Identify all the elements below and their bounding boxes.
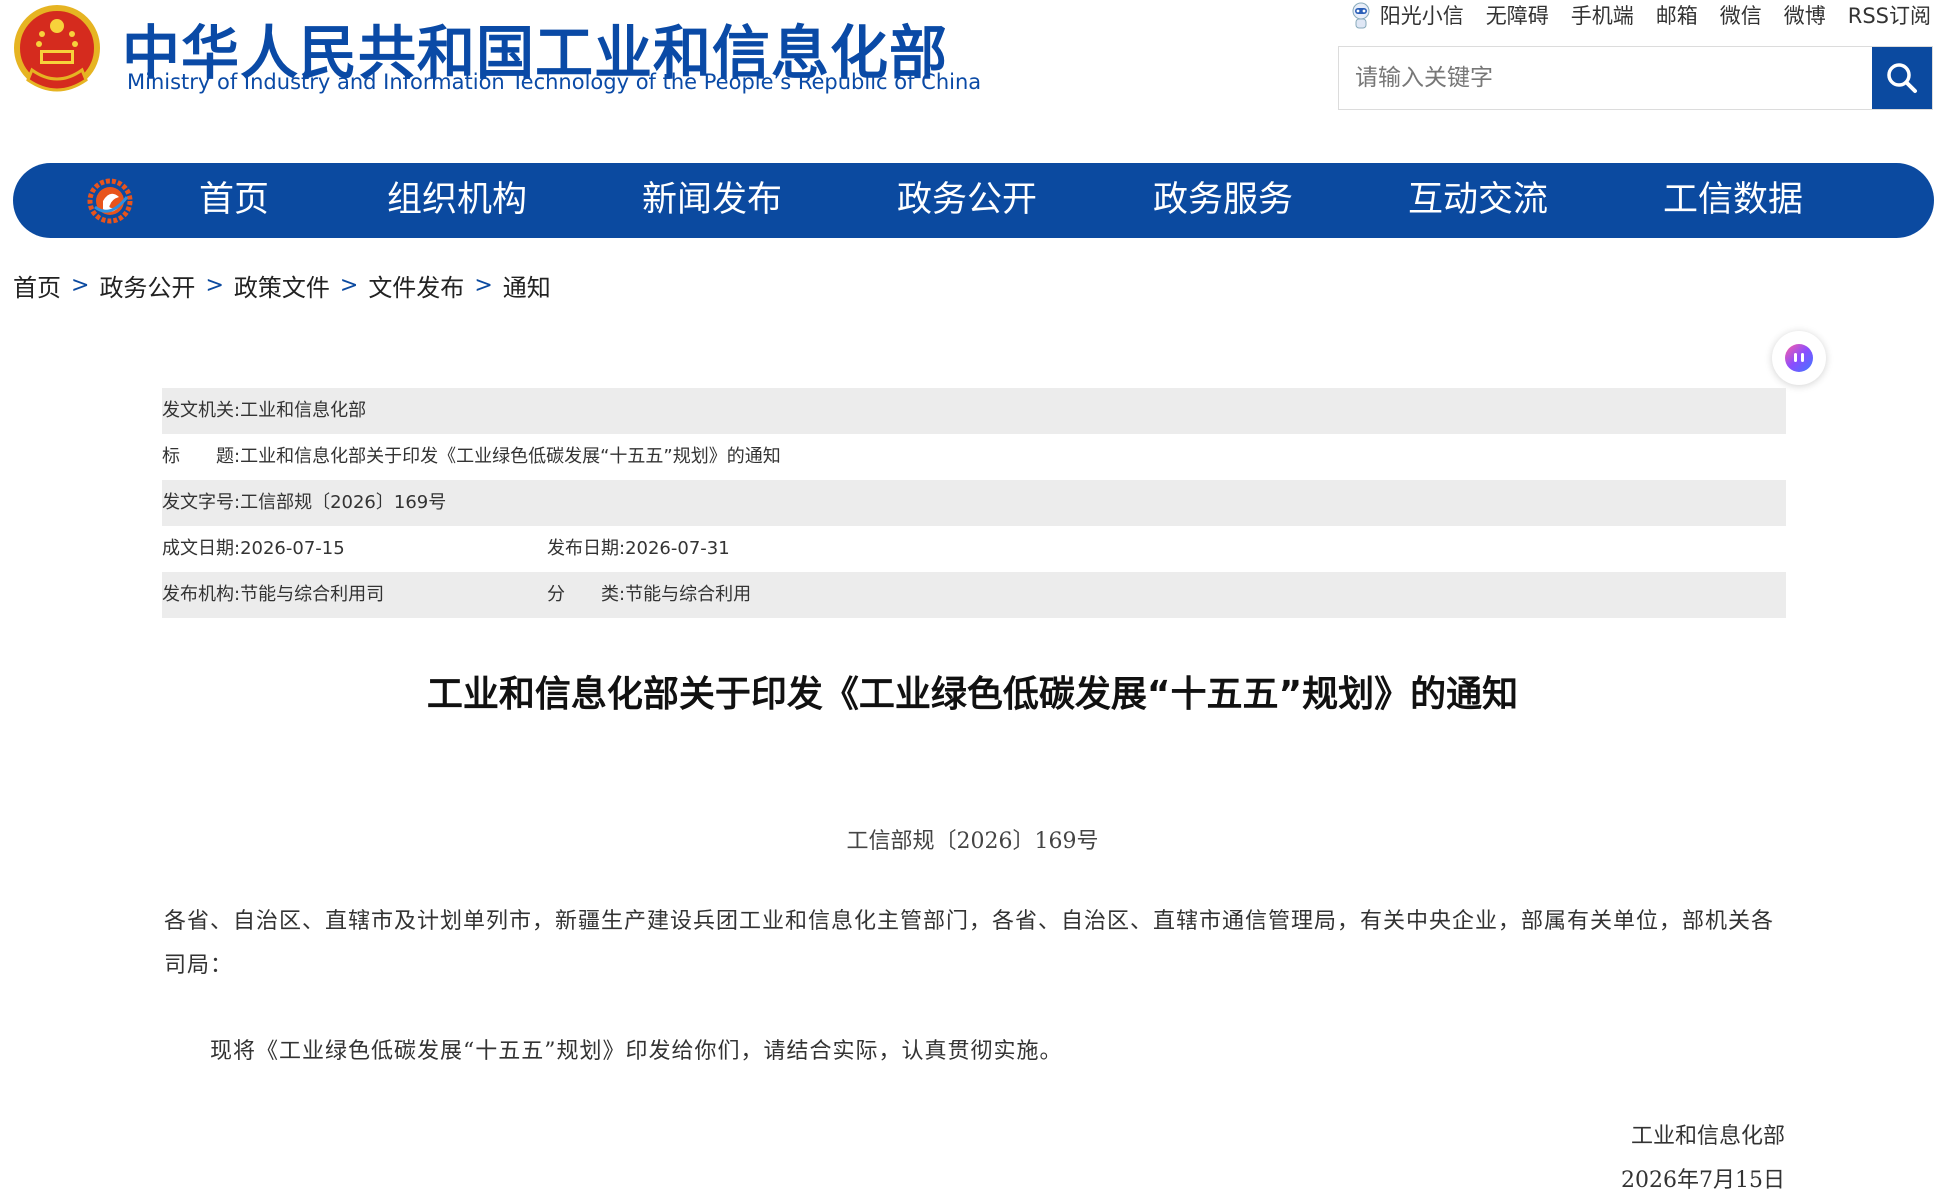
nav-item-news[interactable]: 新闻发布 — [642, 163, 782, 238]
article-addressee: 各省、自治区、直辖市及计划单列市，新疆生产建设兵团工业和信息化主管部门，各省、自… — [164, 909, 1775, 978]
national-emblem-icon — [14, 5, 100, 92]
article-date: 2026年7月15日 — [1621, 1168, 1785, 1193]
search-icon — [1887, 63, 1917, 93]
article-signature: 工业和信息化部 — [1630, 1124, 1785, 1149]
info-row-issuer: 发文机关:工业和信息化部 — [162, 388, 1786, 434]
ai-assistant-icon — [1785, 344, 1813, 372]
nav-item-government-affairs[interactable]: 政务公开 — [897, 163, 1037, 238]
main-nav: 首页 组织机构 新闻发布 政务公开 政务服务 互动交流 工信数据 — [13, 163, 1934, 238]
robot-assistant-icon — [1352, 2, 1370, 29]
search-button[interactable] — [1872, 47, 1932, 109]
nav-item-organization[interactable]: 组织机构 — [387, 163, 527, 238]
site-subtitle: Ministry of Industry and Information Tec… — [127, 70, 982, 94]
article-body: 现将《工业绿色低碳发展“十五五”规划》印发给你们，请结合实际，认真贯彻实施。 — [210, 1039, 1063, 1064]
breadcrumb-separator: > — [339, 273, 359, 298]
breadcrumb-separator: > — [474, 273, 493, 298]
breadcrumb: 首页 > 政务公开 > 政策文件 > 文件发布 > 通知 — [13, 268, 551, 303]
top-links: 阳光小信 无障碍 手机端 邮箱 微信 微博 RSS订阅 — [1348, 0, 1931, 30]
breadcrumb-doc-release[interactable]: 文件发布 — [368, 268, 464, 303]
info-label: 发布机构: — [162, 584, 241, 605]
info-value-created: 2026-07-15 — [240, 538, 345, 559]
breadcrumb-notice[interactable]: 通知 — [503, 268, 551, 303]
info-label: 分 类: — [547, 584, 626, 605]
article-docno: 工信部规〔2026〕169号 — [846, 829, 1099, 854]
nav-item-data[interactable]: 工信数据 — [1663, 163, 1803, 238]
toplink-label: 阳光小信 — [1379, 4, 1464, 28]
info-label: 发布日期: — [547, 538, 626, 559]
search-box — [1338, 46, 1933, 110]
breadcrumb-separator: > — [205, 273, 224, 298]
breadcrumb-policy-docs[interactable]: 政策文件 — [234, 268, 330, 303]
info-row-docno: 发文字号:工信部规〔2026〕169号 — [162, 480, 1786, 526]
info-value-title: 工业和信息化部关于印发《工业绿色低碳发展“十五五”规划》的通知 — [240, 446, 781, 467]
info-label: 成文日期: — [162, 538, 241, 559]
info-value-issuer: 工业和信息化部 — [240, 400, 367, 421]
nav-item-home[interactable]: 首页 — [199, 163, 269, 238]
toplink-weibo[interactable]: 微博 — [1784, 0, 1826, 30]
info-row-dates: 成文日期:2026-07-15 发布日期:2026-07-31 — [162, 526, 1786, 572]
info-value-agency: 节能与综合利用司 — [240, 584, 385, 605]
ai-assistant-button[interactable] — [1772, 331, 1826, 385]
toplink-accessibility[interactable]: 无障碍 — [1486, 0, 1549, 30]
breadcrumb-home[interactable]: 首页 — [13, 268, 61, 303]
document-info-table: 发文机关:工业和信息化部 标 题:工业和信息化部关于印发《工业绿色低碳发展“十五… — [162, 388, 1786, 618]
info-value-published: 2026-07-31 — [625, 538, 730, 559]
info-label: 发文机关: — [162, 400, 241, 421]
toplink-email[interactable]: 邮箱 — [1656, 0, 1698, 30]
toplink-sunshine[interactable]: 阳光小信 — [1348, 0, 1464, 30]
info-row-title: 标 题:工业和信息化部关于印发《工业绿色低碳发展“十五五”规划》的通知 — [162, 434, 1786, 480]
nav-item-interaction[interactable]: 互动交流 — [1408, 163, 1548, 238]
breadcrumb-gov-affairs[interactable]: 政务公开 — [99, 268, 195, 303]
info-row-agency: 发布机构:节能与综合利用司 分 类:节能与综合利用 — [162, 572, 1786, 618]
nav-item-services[interactable]: 政务服务 — [1153, 163, 1293, 238]
article-title: 工业和信息化部关于印发《工业绿色低碳发展“十五五”规划》的通知 — [426, 674, 1519, 715]
search-input[interactable] — [1339, 47, 1872, 109]
toplink-mobile[interactable]: 手机端 — [1571, 0, 1634, 30]
miit-logo-icon[interactable] — [85, 177, 135, 225]
info-label: 标 题: — [162, 446, 241, 467]
info-label: 发文字号: — [162, 492, 241, 513]
toplink-wechat[interactable]: 微信 — [1720, 0, 1762, 30]
info-value-docno: 工信部规〔2026〕169号 — [240, 492, 447, 513]
toplink-rss[interactable]: RSS订阅 — [1848, 0, 1931, 30]
breadcrumb-separator: > — [71, 273, 90, 298]
info-value-category: 节能与综合利用 — [625, 584, 752, 605]
